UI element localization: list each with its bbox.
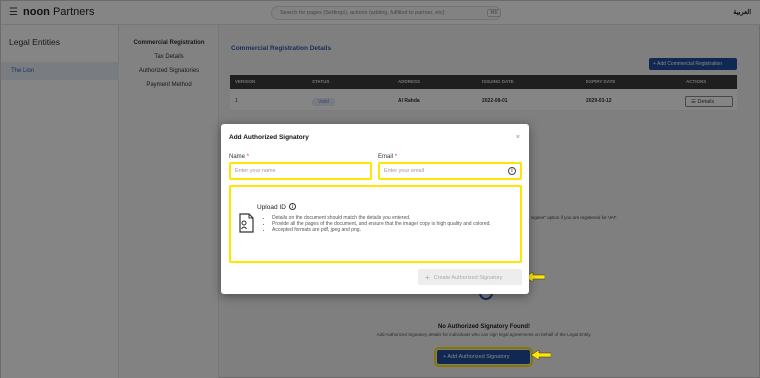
dialog-title: Add Authorized Signatory	[229, 134, 309, 141]
upload-id-title: Upload ID i	[257, 203, 296, 211]
plus-icon: +	[425, 273, 430, 282]
name-placeholder: Enter your name	[235, 168, 276, 174]
info-icon[interactable]: i	[508, 167, 516, 175]
name-label: Name *	[229, 154, 250, 160]
close-icon[interactable]: ×	[516, 134, 520, 141]
email-field[interactable]: Enter your email i	[378, 162, 522, 180]
name-field[interactable]: Enter your name	[229, 162, 372, 180]
upload-requirements-list: Details on the document should match the…	[272, 215, 512, 233]
email-label: Email *	[378, 154, 398, 160]
email-placeholder: Enter your email	[384, 168, 425, 174]
create-authorized-signatory-button[interactable]: + Create Authorized Signatory	[418, 269, 522, 285]
document-id-icon	[239, 213, 254, 233]
upload-id-dropzone[interactable]: Upload IDi Details on the document shoul…	[229, 185, 522, 263]
info-icon[interactable]: i	[288, 203, 296, 210]
add-authorized-signatory-dialog: Add Authorized Signatory × Name * Enter …	[221, 124, 529, 294]
annotation-arrow-icon	[531, 350, 551, 360]
list-item: Accepted formats are pdf, jpeg and png.	[272, 227, 512, 233]
